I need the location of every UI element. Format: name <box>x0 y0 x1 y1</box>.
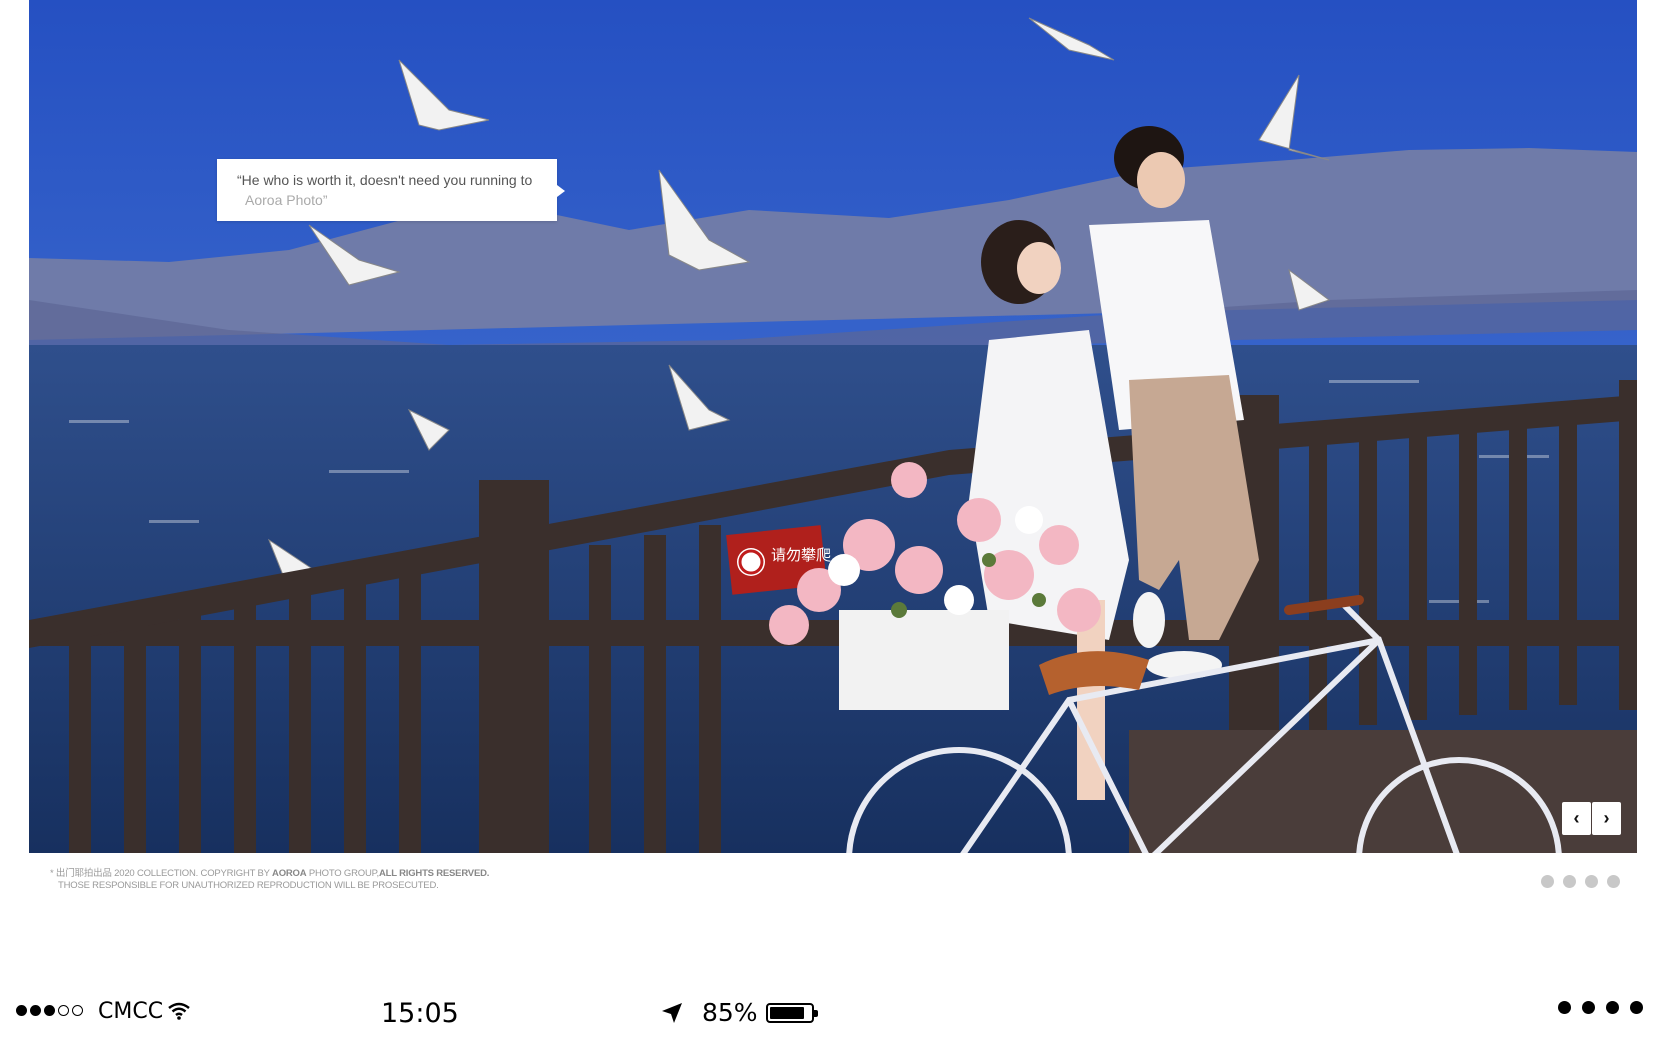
copyright-notice: * 出门耶拍出品 2020 COLLECTION. COPYRIGHT BY A… <box>50 868 489 892</box>
copyright-group: PHOTO GROUP, <box>308 868 379 879</box>
quote-tooltip: “He who is worth it, doesn't need you ru… <box>217 159 565 221</box>
quote-attribution: Aoroa Photo” <box>245 192 328 208</box>
copyright-prefix: * 出门耶拍出品 2020 COLLECTION. COPYRIGHT BY <box>50 868 270 879</box>
signal-strength-icon <box>16 1005 83 1016</box>
quote-text: “He who is worth it, doesn't need you ru… <box>237 172 533 188</box>
status-time: 15:05 <box>381 998 459 1029</box>
chevron-left-icon: ‹ <box>1573 808 1580 828</box>
pager-dot[interactable] <box>1541 875 1554 888</box>
battery-level <box>770 1007 804 1019</box>
pager-dot[interactable] <box>1585 875 1598 888</box>
sign-text: 请勿攀爬 <box>771 546 831 564</box>
more-dot <box>1630 1001 1643 1014</box>
copyright-warning: THOSE RESPONSIBLE FOR UNAUTHORIZED REPRO… <box>58 880 439 891</box>
more-dot <box>1606 1001 1619 1014</box>
more-dot <box>1558 1001 1571 1014</box>
carrier-name: CMCC <box>98 999 164 1024</box>
wedding-photo-illustration: 请勿攀爬 <box>29 0 1637 853</box>
copyright-brand: AOROA <box>272 868 307 879</box>
hero-photo: 请勿攀爬 “He who is worth it, doesn't need y… <box>29 0 1637 853</box>
location-arrow-icon <box>662 1003 682 1023</box>
signal-dot <box>16 1005 27 1016</box>
slider-arrows: ‹ › <box>1562 802 1622 835</box>
status-bar: CMCC 15:05 85% <box>0 990 1660 1034</box>
more-dot <box>1582 1001 1595 1014</box>
signal-dot <box>72 1005 83 1016</box>
pager-dot[interactable] <box>1607 875 1620 888</box>
battery-icon <box>766 1003 818 1023</box>
battery-percent: 85% <box>702 998 758 1027</box>
signal-dot <box>44 1005 55 1016</box>
signal-dot <box>30 1005 41 1016</box>
pager-dot[interactable] <box>1563 875 1576 888</box>
signal-dot <box>58 1005 69 1016</box>
wifi-icon <box>168 1002 190 1020</box>
chevron-right-icon: › <box>1603 808 1610 828</box>
more-icon[interactable] <box>1558 1001 1643 1014</box>
copyright-rights: ALL RIGHTS RESERVED. <box>378 868 490 879</box>
prev-slide-button[interactable]: ‹ <box>1562 802 1591 835</box>
pager-dots <box>1541 875 1620 888</box>
next-slide-button[interactable]: › <box>1592 802 1621 835</box>
